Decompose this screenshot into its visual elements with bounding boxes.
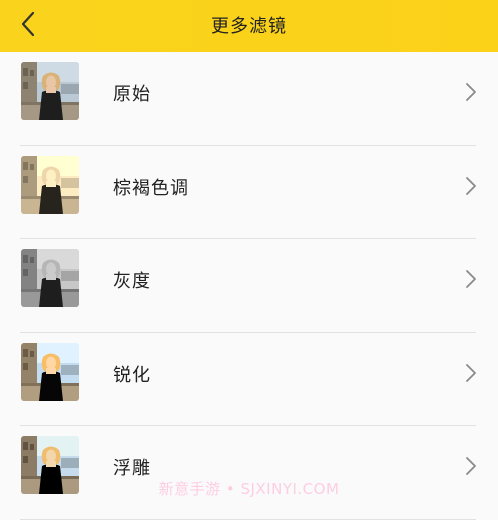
filter-label: 棕褐色调 [113,177,189,199]
page-title: 更多滤镜 [211,16,287,37]
filter-thumbnail [21,249,79,307]
app-header: 更多滤镜 [0,0,498,52]
filter-label: 浮雕 [113,458,151,479]
filter-item-sepia[interactable]: 棕褐色调 [0,146,498,239]
filter-thumbnail [21,62,79,120]
filter-label: 原始 [113,84,151,105]
filter-item-original[interactable]: 原始 [0,52,498,146]
filter-item-sharpen[interactable]: 锐化 [0,333,498,426]
chevron-right-icon [464,362,478,384]
chevron-right-icon [464,268,478,290]
filter-thumbnail [21,436,79,494]
chevron-right-icon [464,81,478,103]
filter-thumbnail [21,156,79,214]
chevron-right-icon [464,455,478,477]
filter-label: 锐化 [113,364,151,386]
filter-thumbnail [21,343,79,401]
filter-label: 灰度 [113,271,151,292]
chevron-right-icon [464,175,478,197]
divider [20,518,476,520]
filter-item-grayscale[interactable]: 灰度 [0,239,498,333]
filter-item-emboss[interactable]: 浮雕 [0,426,498,520]
filter-list: 原始 棕褐色调 灰度 锐化 浮雕 [0,52,498,520]
